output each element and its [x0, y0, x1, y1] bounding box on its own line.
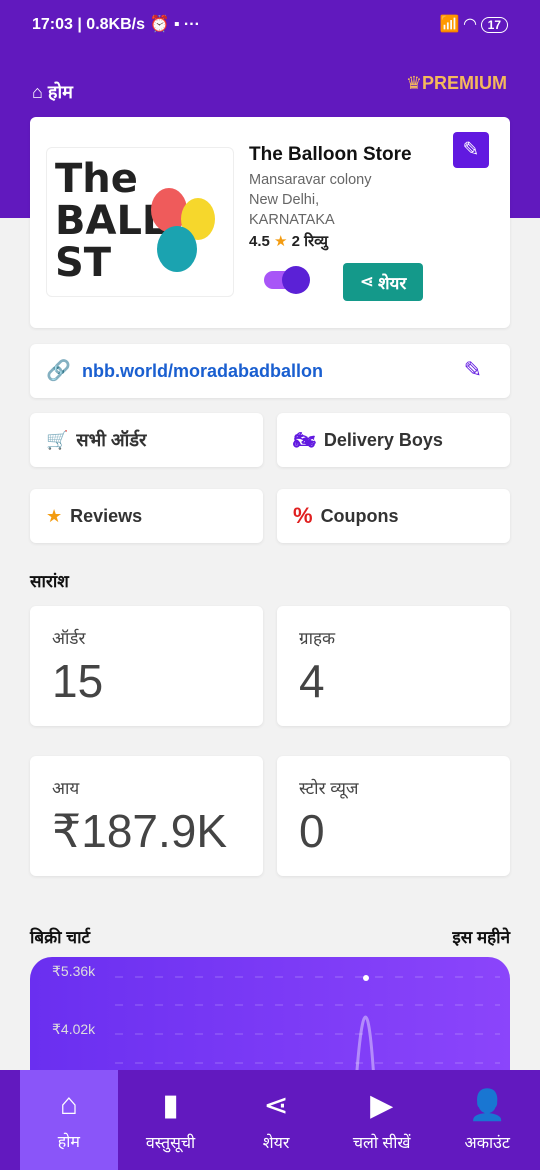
stat-value: 0: [299, 805, 325, 857]
stat-store-views[interactable]: स्टोर व्यूज 0: [277, 756, 510, 876]
net-speed: 0.8KB/s: [86, 16, 145, 33]
pencil-icon: ✎: [462, 139, 480, 161]
chart-peak-point: [363, 975, 369, 981]
percent-icon: %: [293, 503, 313, 528]
nav-label: वस्तुसूची: [145, 1134, 196, 1152]
share-icon: ⋖: [359, 272, 374, 291]
battery-icon: 📶 ◠ 17: [440, 14, 508, 34]
reviews-button[interactable]: ★ Reviews: [30, 489, 263, 543]
stat-value: 4: [299, 655, 325, 707]
share-label: शेयर: [377, 273, 407, 293]
all-orders-label: सभी ऑर्डर: [76, 430, 147, 450]
nav-label: शेयर: [262, 1134, 290, 1152]
store-name: The Balloon Store: [249, 144, 412, 165]
crown-icon: ♛: [405, 73, 422, 93]
share-button[interactable]: ⋖ शेयर: [343, 263, 423, 301]
store-toggle[interactable]: [264, 266, 310, 294]
play-icon: ▶: [370, 1088, 394, 1122]
y-tick-label: ₹4.02k: [52, 1021, 96, 1037]
rating-value: 4.5: [249, 233, 270, 250]
stat-income[interactable]: आय ₹187.9K: [30, 756, 263, 876]
home-icon: ⌂: [59, 1088, 78, 1121]
store-logo: The BALL ST: [46, 147, 234, 297]
share-icon: ⋖: [263, 1088, 289, 1122]
nav-label: होम: [57, 1134, 80, 1151]
nav-share[interactable]: ⋖ शेयर: [223, 1070, 329, 1170]
nav-account[interactable]: 👤 अकाउंट: [434, 1070, 540, 1170]
home-icon: ⌂: [32, 82, 43, 102]
page-title: ⌂ होम: [32, 80, 73, 104]
link-icon: 🔗: [46, 360, 71, 382]
sales-chart-title: बिक्री चार्ट: [30, 928, 91, 947]
nav-home[interactable]: ⌂ होम: [20, 1070, 118, 1170]
store-address-line1: Mansaravar colony: [249, 172, 372, 188]
stat-label: आय: [52, 779, 80, 798]
store-url[interactable]: nbb.world/moradabadballon: [82, 361, 323, 382]
coupons-button[interactable]: % Coupons: [277, 489, 510, 543]
store-state: KARNATAKA: [249, 212, 335, 228]
summary-title: सारांश: [30, 572, 69, 591]
all-orders-button[interactable]: 🛒 सभी ऑर्डर: [30, 413, 263, 467]
premium-button[interactable]: ♛PREMIUM: [406, 73, 507, 94]
bottom-nav: ⌂ होम ▮ वस्तुसूची ⋖ शेयर ▶ चलो सीखें 👤 अकाउंट: [0, 1070, 540, 1170]
premium-label: PREMIUM: [422, 73, 507, 93]
delivery-boys-button[interactable]: 🏍 Delivery Boys: [277, 413, 510, 467]
store-rating[interactable]: 4.5 ★ 2 रिव्यु: [249, 231, 328, 251]
nav-label: अकाउंट: [464, 1134, 510, 1152]
clock: 17:03: [32, 16, 73, 33]
title-text: होम: [47, 82, 73, 102]
star-icon: ★: [274, 233, 288, 250]
store-card: The BALL ST The Balloon Store Mansaravar c…: [30, 117, 510, 328]
stat-label: स्टोर व्यूज: [299, 779, 359, 798]
stat-value: ₹187.9K: [52, 805, 228, 857]
stat-label: ऑर्डर: [52, 629, 86, 648]
coupons-label: Coupons: [320, 505, 399, 526]
user-icon: 👤: [468, 1088, 506, 1122]
nav-learn[interactable]: ▶ चलो सीखें: [329, 1070, 435, 1170]
stat-customers[interactable]: ग्राहक 4: [277, 606, 510, 726]
review-count: 2 रिव्यु: [291, 233, 329, 250]
stat-orders[interactable]: ऑर्डर 15: [30, 606, 263, 726]
y-tick-label: ₹5.36k: [52, 963, 96, 979]
delivery-boys-label: Delivery Boys: [323, 429, 443, 450]
stat-value: 15: [52, 655, 104, 707]
book-icon: ▮: [162, 1088, 179, 1122]
motorcycle-icon: 🏍: [293, 429, 316, 450]
nav-label: चलो सीखें: [352, 1134, 411, 1152]
store-address-line2: New Delhi,: [249, 192, 320, 208]
nav-catalog[interactable]: ▮ वस्तुसूची: [118, 1070, 224, 1170]
stat-label: ग्राहक: [299, 629, 336, 648]
reviews-label: Reviews: [70, 505, 143, 526]
edit-store-button[interactable]: ✎: [453, 132, 489, 168]
store-link-card: 🔗 nbb.world/moradabadballon ✎: [30, 344, 510, 398]
period-selector[interactable]: इस महीने: [452, 925, 510, 948]
status-bar: 17:03 | 0.8KB/s ⏰ ▪ ··· 📶 ◠ 17: [32, 14, 508, 34]
cart-icon: 🛒: [46, 429, 69, 450]
edit-link-icon[interactable]: ✎: [464, 357, 482, 383]
star-icon: ★: [46, 505, 63, 526]
